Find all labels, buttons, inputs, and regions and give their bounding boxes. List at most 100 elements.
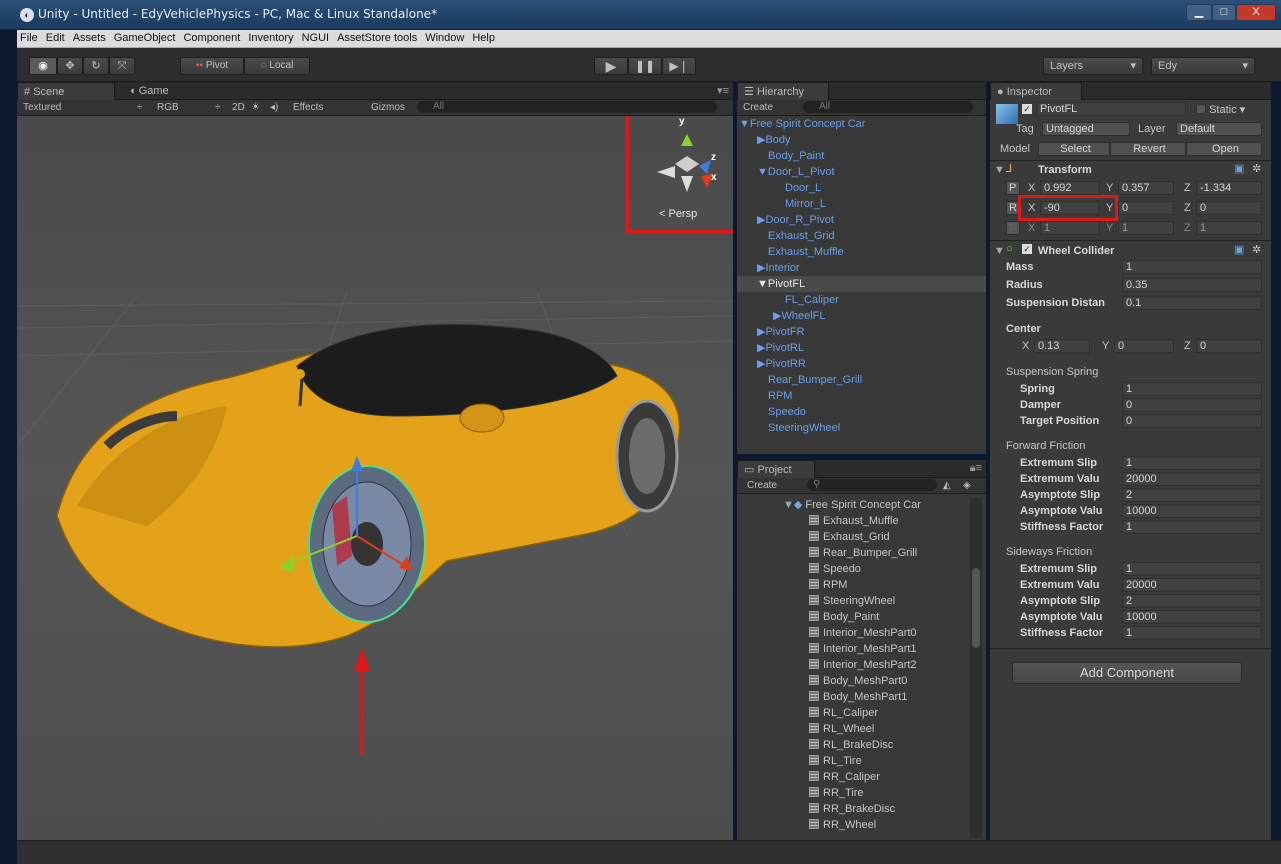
list-item[interactable]: ▶PivotRL [737, 340, 986, 356]
list-item[interactable]: Mirror_L [737, 196, 986, 212]
list-item[interactable]: Exhaust_Grid [809, 529, 890, 545]
list-item[interactable]: RR_Wheel [809, 817, 876, 833]
tab-game[interactable]: ◖ Game [123, 82, 203, 100]
list-item[interactable]: Body_Paint [809, 609, 879, 625]
menu-gameobject[interactable]: GameObject [111, 30, 181, 44]
spring-field[interactable]: 1 [1122, 382, 1262, 396]
side-extremum-slip-field[interactable]: 1 [1122, 562, 1262, 576]
project-scrollbar[interactable] [970, 498, 982, 838]
gizmos-dropdown[interactable]: Gizmos [371, 102, 405, 113]
lighting-toggle-icon[interactable]: ☀ [251, 102, 260, 113]
static-toggle[interactable]: Static ▾ [1196, 103, 1245, 116]
list-item[interactable]: Speedo [809, 561, 861, 577]
layout-dropdown[interactable]: Edy ▾ [1151, 57, 1255, 75]
rot-y-field[interactable]: 0 [1118, 201, 1174, 215]
target-position-field[interactable]: 0 [1122, 414, 1262, 428]
pos-x-field[interactable]: 0.992 [1040, 181, 1100, 195]
menu-assets[interactable]: Assets [70, 30, 111, 44]
menu-ngui[interactable]: NGUI [299, 30, 335, 44]
tab-scene[interactable]: # Scene [17, 82, 115, 100]
model-open-button[interactable]: Open [1186, 142, 1262, 156]
help-book-icon[interactable]: ▣ [1234, 243, 1244, 256]
active-checkbox[interactable]: ✓ [1022, 104, 1032, 114]
fwd-extremum-value-field[interactable]: 20000 [1122, 472, 1262, 486]
scene-viewport[interactable]: y z x < Persp [17, 116, 733, 840]
fwd-asymptote-value-field[interactable]: 10000 [1122, 504, 1262, 518]
scene-search-input[interactable]: All [417, 101, 717, 113]
pause-button[interactable]: ❚❚ [628, 57, 662, 75]
component-gear-icon[interactable]: ✲ [1252, 243, 1261, 256]
suspension-distance-field[interactable]: 0.1 [1122, 296, 1262, 310]
side-asymptote-value-field[interactable]: 10000 [1122, 610, 1262, 624]
project-root-folder[interactable]: ▼◆ Free Spirit Concept Car [783, 497, 921, 513]
project-search-input[interactable]: ⚲ [807, 479, 937, 491]
list-item[interactable]: ▶PivotFR [737, 324, 986, 340]
list-item[interactable]: Body_Paint [737, 148, 986, 164]
list-item[interactable]: SteeringWheel [809, 593, 895, 609]
filter-by-label-icon[interactable]: ◈ [963, 480, 971, 491]
pos-y-field[interactable]: 0.357 [1118, 181, 1174, 195]
rotate-tool-icon[interactable]: ↻ [83, 57, 109, 75]
list-item[interactable]: ▼Door_L_Pivot [737, 164, 986, 180]
list-item[interactable]: FL_Caliper [737, 292, 986, 308]
side-extremum-value-field[interactable]: 20000 [1122, 578, 1262, 592]
pos-z-field[interactable]: -1.334 [1196, 181, 1262, 195]
hierarchy-search-input[interactable]: All [803, 101, 973, 113]
fwd-extremum-slip-field[interactable]: 1 [1122, 456, 1262, 470]
list-item[interactable]: Body_MeshPart0 [809, 673, 907, 689]
radius-field[interactable]: 0.35 [1122, 278, 1262, 292]
minimize-button[interactable]: ▁ [1186, 4, 1212, 21]
list-item[interactable]: Body_MeshPart1 [809, 689, 907, 705]
effects-dropdown[interactable]: Effects [293, 102, 323, 113]
menu-assetstore-tools[interactable]: AssetStore tools [334, 30, 422, 44]
center-y-field[interactable]: 0 [1114, 339, 1174, 353]
list-item[interactable]: SteeringWheel [737, 420, 986, 436]
component-gear-icon[interactable]: ✲ [1252, 162, 1261, 175]
mode-2d-toggle[interactable]: 2D [232, 102, 245, 113]
list-item[interactable]: RR_Caliper [809, 769, 880, 785]
scale-y-field[interactable]: 1 [1118, 221, 1174, 235]
maximize-button[interactable]: □ [1212, 4, 1236, 21]
list-item[interactable]: Speedo [737, 404, 986, 420]
model-select-button[interactable]: Select [1038, 142, 1110, 156]
list-item[interactable]: RR_Tire [809, 785, 864, 801]
list-item[interactable]: ▼Free Spirit Concept Car [737, 116, 986, 132]
menu-help[interactable]: Help [469, 30, 500, 44]
close-button[interactable]: X [1236, 4, 1276, 21]
filter-by-type-icon[interactable]: ◭ [943, 480, 951, 491]
list-item[interactable]: ▶WheelFL [737, 308, 986, 324]
lock-icon[interactable]: 🔒︎≡ [970, 462, 982, 475]
tab-inspector[interactable]: ● Inspector [990, 82, 1082, 100]
side-stiffness-field[interactable]: 1 [1122, 626, 1262, 640]
object-name-field[interactable]: PivotFL [1036, 102, 1186, 116]
scale-x-field[interactable]: 1 [1040, 221, 1100, 235]
mass-field[interactable]: 1 [1122, 260, 1262, 274]
position-reset-button[interactable]: P [1006, 181, 1020, 195]
tab-hierarchy[interactable]: ☰ Hierarchy [737, 82, 829, 100]
foldout-arrow-icon[interactable]: ▼ [994, 245, 1005, 257]
rgb-dropdown[interactable]: RGB [157, 102, 179, 113]
list-item[interactable]: Interior_MeshPart2 [809, 657, 917, 673]
model-revert-button[interactable]: Revert [1110, 142, 1186, 156]
tag-dropdown[interactable]: Untagged [1042, 122, 1130, 136]
center-z-field[interactable]: 0 [1196, 339, 1262, 353]
list-item[interactable]: RR_BrakeDisc [809, 801, 895, 817]
list-item[interactable]: RL_Wheel [809, 721, 874, 737]
side-asymptote-slip-field[interactable]: 2 [1122, 594, 1262, 608]
panel-menu-icon[interactable]: ▾≡ [717, 84, 729, 97]
layers-dropdown[interactable]: Layers ▾ [1043, 57, 1143, 75]
menu-inventory[interactable]: Inventory [245, 30, 298, 44]
list-item-selected[interactable]: ▼PivotFL [737, 276, 986, 292]
list-item[interactable]: ▶Door_R_Pivot [737, 212, 986, 228]
list-item[interactable]: Interior_MeshPart0 [809, 625, 917, 641]
move-tool-icon[interactable]: ✥ [57, 57, 83, 75]
list-item[interactable]: RL_Tire [809, 753, 862, 769]
help-book-icon[interactable]: ▣ [1234, 162, 1244, 175]
list-item[interactable]: Exhaust_Muffle [809, 513, 899, 529]
list-item[interactable]: Exhaust_Muffle [737, 244, 986, 260]
menu-window[interactable]: Window [422, 30, 469, 44]
scrollbar-thumb[interactable] [972, 568, 980, 648]
list-item[interactable]: ▶Body [737, 132, 986, 148]
menu-edit[interactable]: Edit [43, 30, 70, 44]
list-item[interactable]: Exhaust_Grid [737, 228, 986, 244]
